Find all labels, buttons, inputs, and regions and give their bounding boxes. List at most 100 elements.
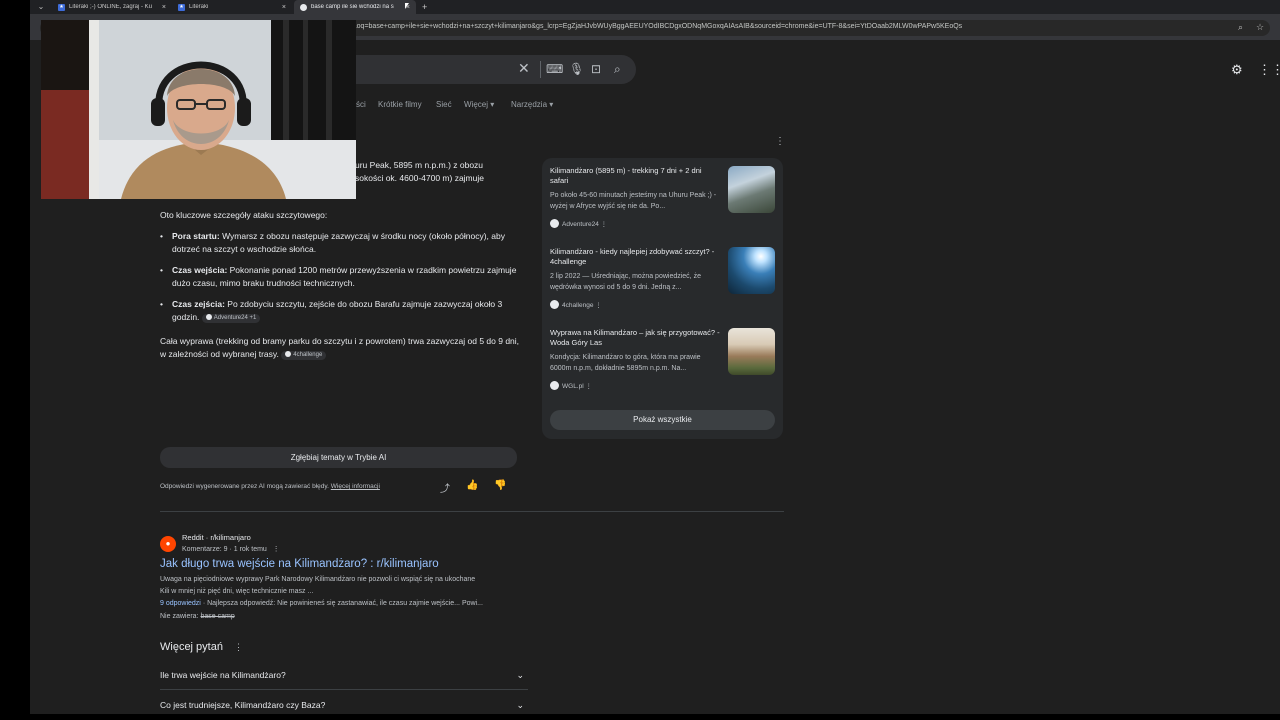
lens-camera-icon[interactable]: ⊡ [591, 62, 601, 76]
source-thumbnail[interactable] [728, 328, 775, 375]
tab-title: Literaki [189, 4, 209, 10]
tab-strip: ⌄ ★ Literaki ;-) ONLINE, zagraj - Ku × ★… [30, 0, 1280, 14]
literaki-favicon-icon: ★ [178, 3, 185, 11]
chip-label: 4challenge [293, 352, 323, 358]
result-answers: 9 odpowiedzi · Najlepsza odpowiedź: Nie … [160, 598, 532, 610]
url-text: &oq=base+camp+ile+sie+wchodzi+na+szczyt+… [352, 23, 963, 30]
clear-search-icon[interactable]: ✕ [518, 60, 530, 77]
source-card[interactable]: Kilimandżaro - kiedy najlepiej zdobywać … [550, 247, 775, 313]
source-chip[interactable]: Adventure24 +1 [201, 314, 261, 323]
question-text: Ile trwa wejście na Kilimandżaro? [160, 670, 286, 680]
bullet-label: Czas wejścia: [172, 265, 228, 275]
settings-gear-icon[interactable]: ⚙ [1231, 62, 1243, 78]
heading-text: Więcej pytań [160, 641, 223, 653]
result-title-link[interactable]: Jak długo trwa wejście na Kilimandżaro? … [160, 558, 439, 570]
tab-title: Literaki ;-) ONLINE, zagraj - Ku [69, 4, 153, 10]
source-title[interactable]: Kilimandżaro (5895 m) - trekking 7 dni +… [550, 166, 720, 186]
tab-google-search[interactable]: base camp ile sie wchodzi na s × [294, 0, 416, 14]
tab-close-icon[interactable]: × [162, 4, 166, 11]
ai-details-heading: Oto kluczowe szczegóły ataku szczytowego… [160, 210, 328, 220]
question-item[interactable]: Co jest trudniejsze, Kilimandżaro czy Ba… [160, 690, 528, 714]
question-item[interactable]: Ile trwa wejście na Kilimandżaro? ⌄ [160, 660, 528, 690]
source-site: Adventure24 ⋮ [550, 219, 607, 228]
ai-sources-panel: Kilimandżaro (5895 m) - trekking 7 dni +… [542, 158, 783, 439]
tab-short-videos[interactable]: Krótkie filmy [378, 100, 422, 109]
source-snippet: Po około 45-60 minutach jesteśmy na Uhur… [550, 192, 717, 210]
search-input[interactable]: ✕ ⌨ 🎙 ⊡ ⌕ [330, 55, 636, 84]
show-all-button[interactable]: Pokaż wszystkie [550, 410, 775, 430]
adventure24-icon [205, 314, 212, 320]
webcam-person-image [41, 20, 356, 199]
meta-text: Komentarze: 9 · 1 rok temu [182, 546, 267, 553]
search-icon[interactable]: ⌕ [614, 62, 621, 77]
source-site: WGL.pl ⋮ [550, 381, 592, 390]
bullet-text: Wymarsz z obozu następuje zazwyczaj w śr… [172, 231, 505, 254]
new-tab-button[interactable]: + [422, 0, 427, 14]
ai-intro-line2: sokości ok. 4600-4700 m) zajmuje [355, 173, 484, 183]
source-chip[interactable]: 4challenge [281, 351, 327, 360]
tab-partial[interactable]: ści [356, 100, 366, 109]
source-card[interactable]: Kilimandżaro (5895 m) - trekking 7 dni +… [550, 166, 775, 232]
bullet-label: Pora startu: [172, 231, 220, 241]
tab-search-icon[interactable]: ⌄ [34, 1, 48, 13]
missing-terms: base camp [200, 613, 235, 620]
tab-title: base camp ile sie wchodzi na s [311, 4, 394, 10]
bullet-label: Czas zejścia: [172, 299, 225, 309]
source-title[interactable]: Kilimandżaro - kiedy najlepiej zdobywać … [550, 247, 720, 267]
tab-literaki[interactable]: ★ Literaki × [172, 0, 292, 14]
share-icon[interactable]: ⤴ [440, 480, 450, 495]
ai-mode-button[interactable]: Zgłębiaj tematy w Trybie AI [160, 447, 517, 468]
source-site: 4challenge ⋮ [550, 300, 602, 309]
answers-text: · Najlepsza odpowiedź: Nie powinieneś si… [200, 600, 483, 607]
google-favicon-icon [300, 3, 307, 11]
source-thumbnail[interactable] [728, 247, 775, 294]
reddit-icon: ● [160, 536, 176, 552]
apps-grid-icon[interactable]: ⋮⋮ [1258, 62, 1280, 78]
more-options-icon[interactable]: ⋮ [234, 642, 243, 652]
mouse-cursor-icon [405, 3, 409, 9]
tab-web[interactable]: Sieć [436, 100, 452, 109]
4challenge-icon [285, 351, 292, 357]
bookmark-star-icon[interactable]: ☆ [1256, 22, 1264, 33]
source-snippet: 2 lip 2022 — Uśredniając, można powiedzi… [550, 273, 701, 291]
list-item: Czas wejścia: Pokonanie ponad 1200 metró… [160, 264, 520, 290]
ai-intro-line1: uru Peak, 5895 m n.p.m.) z obozu [355, 160, 484, 170]
thumbs-up-icon[interactable]: 👍 [466, 480, 478, 491]
more-options-icon[interactable]: ⋮ [775, 136, 785, 147]
chevron-down-icon: ⌄ [516, 670, 524, 680]
tab-literaki-online[interactable]: ★ Literaki ;-) ONLINE, zagraj - Ku × [52, 0, 172, 14]
divider [160, 511, 784, 512]
source-card[interactable]: Wyprawa na Kilimandżaro – jak się przygo… [550, 328, 775, 394]
disclaimer-text: Odpowiedzi wygenerowane przez AI mogą za… [160, 483, 331, 490]
chip-label: Adventure24 +1 [213, 315, 257, 321]
microphone-icon[interactable]: 🎙 [569, 62, 584, 76]
result-meta: Komentarze: 9 · 1 rok temu ⋮ [182, 546, 280, 553]
zoom-icon[interactable]: ⌕ [1238, 22, 1243, 33]
list-item: Czas zejścia: Po zdobyciu szczytu, zejśc… [160, 298, 520, 324]
literaki-favicon-icon: ★ [58, 3, 65, 11]
ai-disclaimer: Odpowiedzi wygenerowane przez AI mogą za… [160, 483, 380, 490]
question-text: Co jest trudniejsze, Kilimandżaro czy Ba… [160, 700, 326, 710]
result-snippet-line1: Uwaga na pięciodniowe wyprawy Park Narod… [160, 576, 476, 583]
ai-bullet-list: Pora startu: Wymarsz z obozu następuje z… [160, 230, 520, 332]
adventure24-icon [550, 219, 559, 228]
more-questions-heading: Więcej pytań ⋮ [160, 641, 243, 653]
list-item: Pora startu: Wymarsz z obozu następuje z… [160, 230, 520, 256]
tab-close-icon[interactable]: × [282, 4, 286, 11]
result-snippet-line2: Kili w mniej niż pięć dni, więc technicz… [160, 588, 314, 595]
source-snippet: Kondycja: Kilimandżaro to góra, która ma… [550, 354, 701, 372]
answers-link[interactable]: 9 odpowiedzi [160, 600, 201, 607]
more-info-link[interactable]: Więcej informacji [331, 483, 380, 490]
result-source[interactable]: Reddit · r/kilimanjaro [182, 533, 251, 542]
site-name: Adventure24 [562, 221, 599, 228]
4challenge-icon [550, 300, 559, 309]
thumbs-down-icon[interactable]: 👎 [494, 480, 506, 491]
site-name: WGL.pl [562, 383, 584, 390]
divider [540, 61, 541, 78]
tab-tools[interactable]: Narzędzia ▾ [511, 100, 553, 109]
source-thumbnail[interactable] [728, 166, 775, 213]
keyboard-icon[interactable]: ⌨ [546, 62, 563, 76]
chevron-down-icon: ⌄ [516, 700, 524, 710]
source-title[interactable]: Wyprawa na Kilimandżaro – jak się przygo… [550, 328, 720, 348]
tab-more[interactable]: Więcej ▾ [464, 100, 494, 109]
